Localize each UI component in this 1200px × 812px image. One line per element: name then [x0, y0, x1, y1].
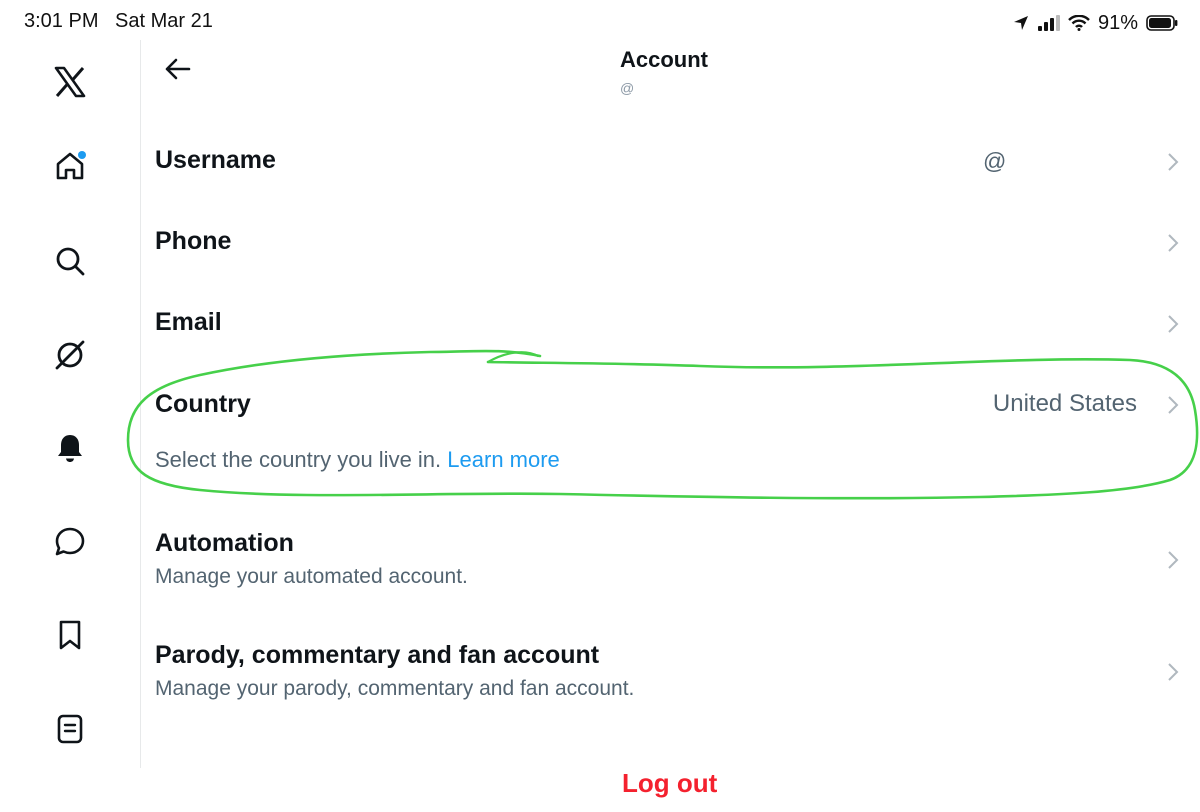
battery-icon — [1146, 15, 1178, 31]
page-title: Account — [620, 47, 708, 72]
account-handle: @ — [620, 80, 635, 96]
phone-label: Phone — [155, 227, 232, 255]
chevron-right-icon — [1168, 234, 1179, 252]
bookmarks-icon[interactable] — [52, 617, 88, 653]
cellular-signal-icon — [1037, 15, 1060, 31]
chevron-right-icon — [1168, 153, 1179, 171]
automation-description: Manage your automated account. — [155, 565, 468, 588]
grok-icon[interactable] — [52, 337, 88, 373]
parody-label: Parody, commentary and fan account — [155, 641, 600, 669]
chevron-right-icon — [1168, 663, 1179, 681]
wifi-icon — [1068, 15, 1090, 31]
username-row[interactable]: Username @ — [141, 130, 1200, 194]
x-logo-icon[interactable] — [52, 64, 88, 100]
parody-row[interactable]: Parody, commentary and fan account Manag… — [141, 626, 1200, 706]
status-indicators: 91% — [1012, 10, 1178, 36]
chevron-right-icon — [1168, 551, 1179, 569]
status-date: Sat Mar 21 — [115, 10, 213, 32]
notifications-bell-icon[interactable] — [52, 430, 88, 466]
notification-dot — [78, 151, 86, 159]
automation-label: Automation — [155, 529, 294, 557]
logout-button[interactable]: Log out — [622, 768, 717, 799]
chevron-right-icon — [1168, 396, 1179, 414]
learn-more-link[interactable]: Learn more — [447, 447, 560, 472]
back-button[interactable] — [160, 54, 194, 88]
lists-icon[interactable] — [52, 711, 88, 747]
email-label: Email — [155, 308, 222, 336]
phone-row[interactable]: Phone — [141, 211, 1200, 275]
status-time: 3:01 PM — [24, 10, 99, 32]
location-arrow-icon — [1012, 14, 1030, 32]
email-row[interactable]: Email — [141, 292, 1200, 356]
messages-icon[interactable] — [52, 524, 88, 560]
search-icon[interactable] — [52, 243, 88, 279]
home-icon[interactable] — [52, 148, 88, 184]
country-row[interactable]: Country United States Select the country… — [141, 374, 1200, 484]
username-label: Username — [155, 146, 276, 174]
username-value: @ — [983, 148, 1007, 174]
chevron-right-icon — [1168, 315, 1179, 333]
parody-description: Manage your parody, commentary and fan a… — [155, 677, 635, 700]
country-label: Country — [155, 390, 251, 418]
country-description-text: Select the country you live in. — [155, 447, 442, 472]
back-arrow-icon — [163, 57, 191, 86]
country-description: Select the country you live in. Learn mo… — [155, 447, 560, 473]
battery-percent: 91% — [1097, 11, 1138, 34]
automation-row[interactable]: Automation Manage your automated account… — [141, 514, 1200, 594]
country-value: United States — [992, 390, 1137, 417]
